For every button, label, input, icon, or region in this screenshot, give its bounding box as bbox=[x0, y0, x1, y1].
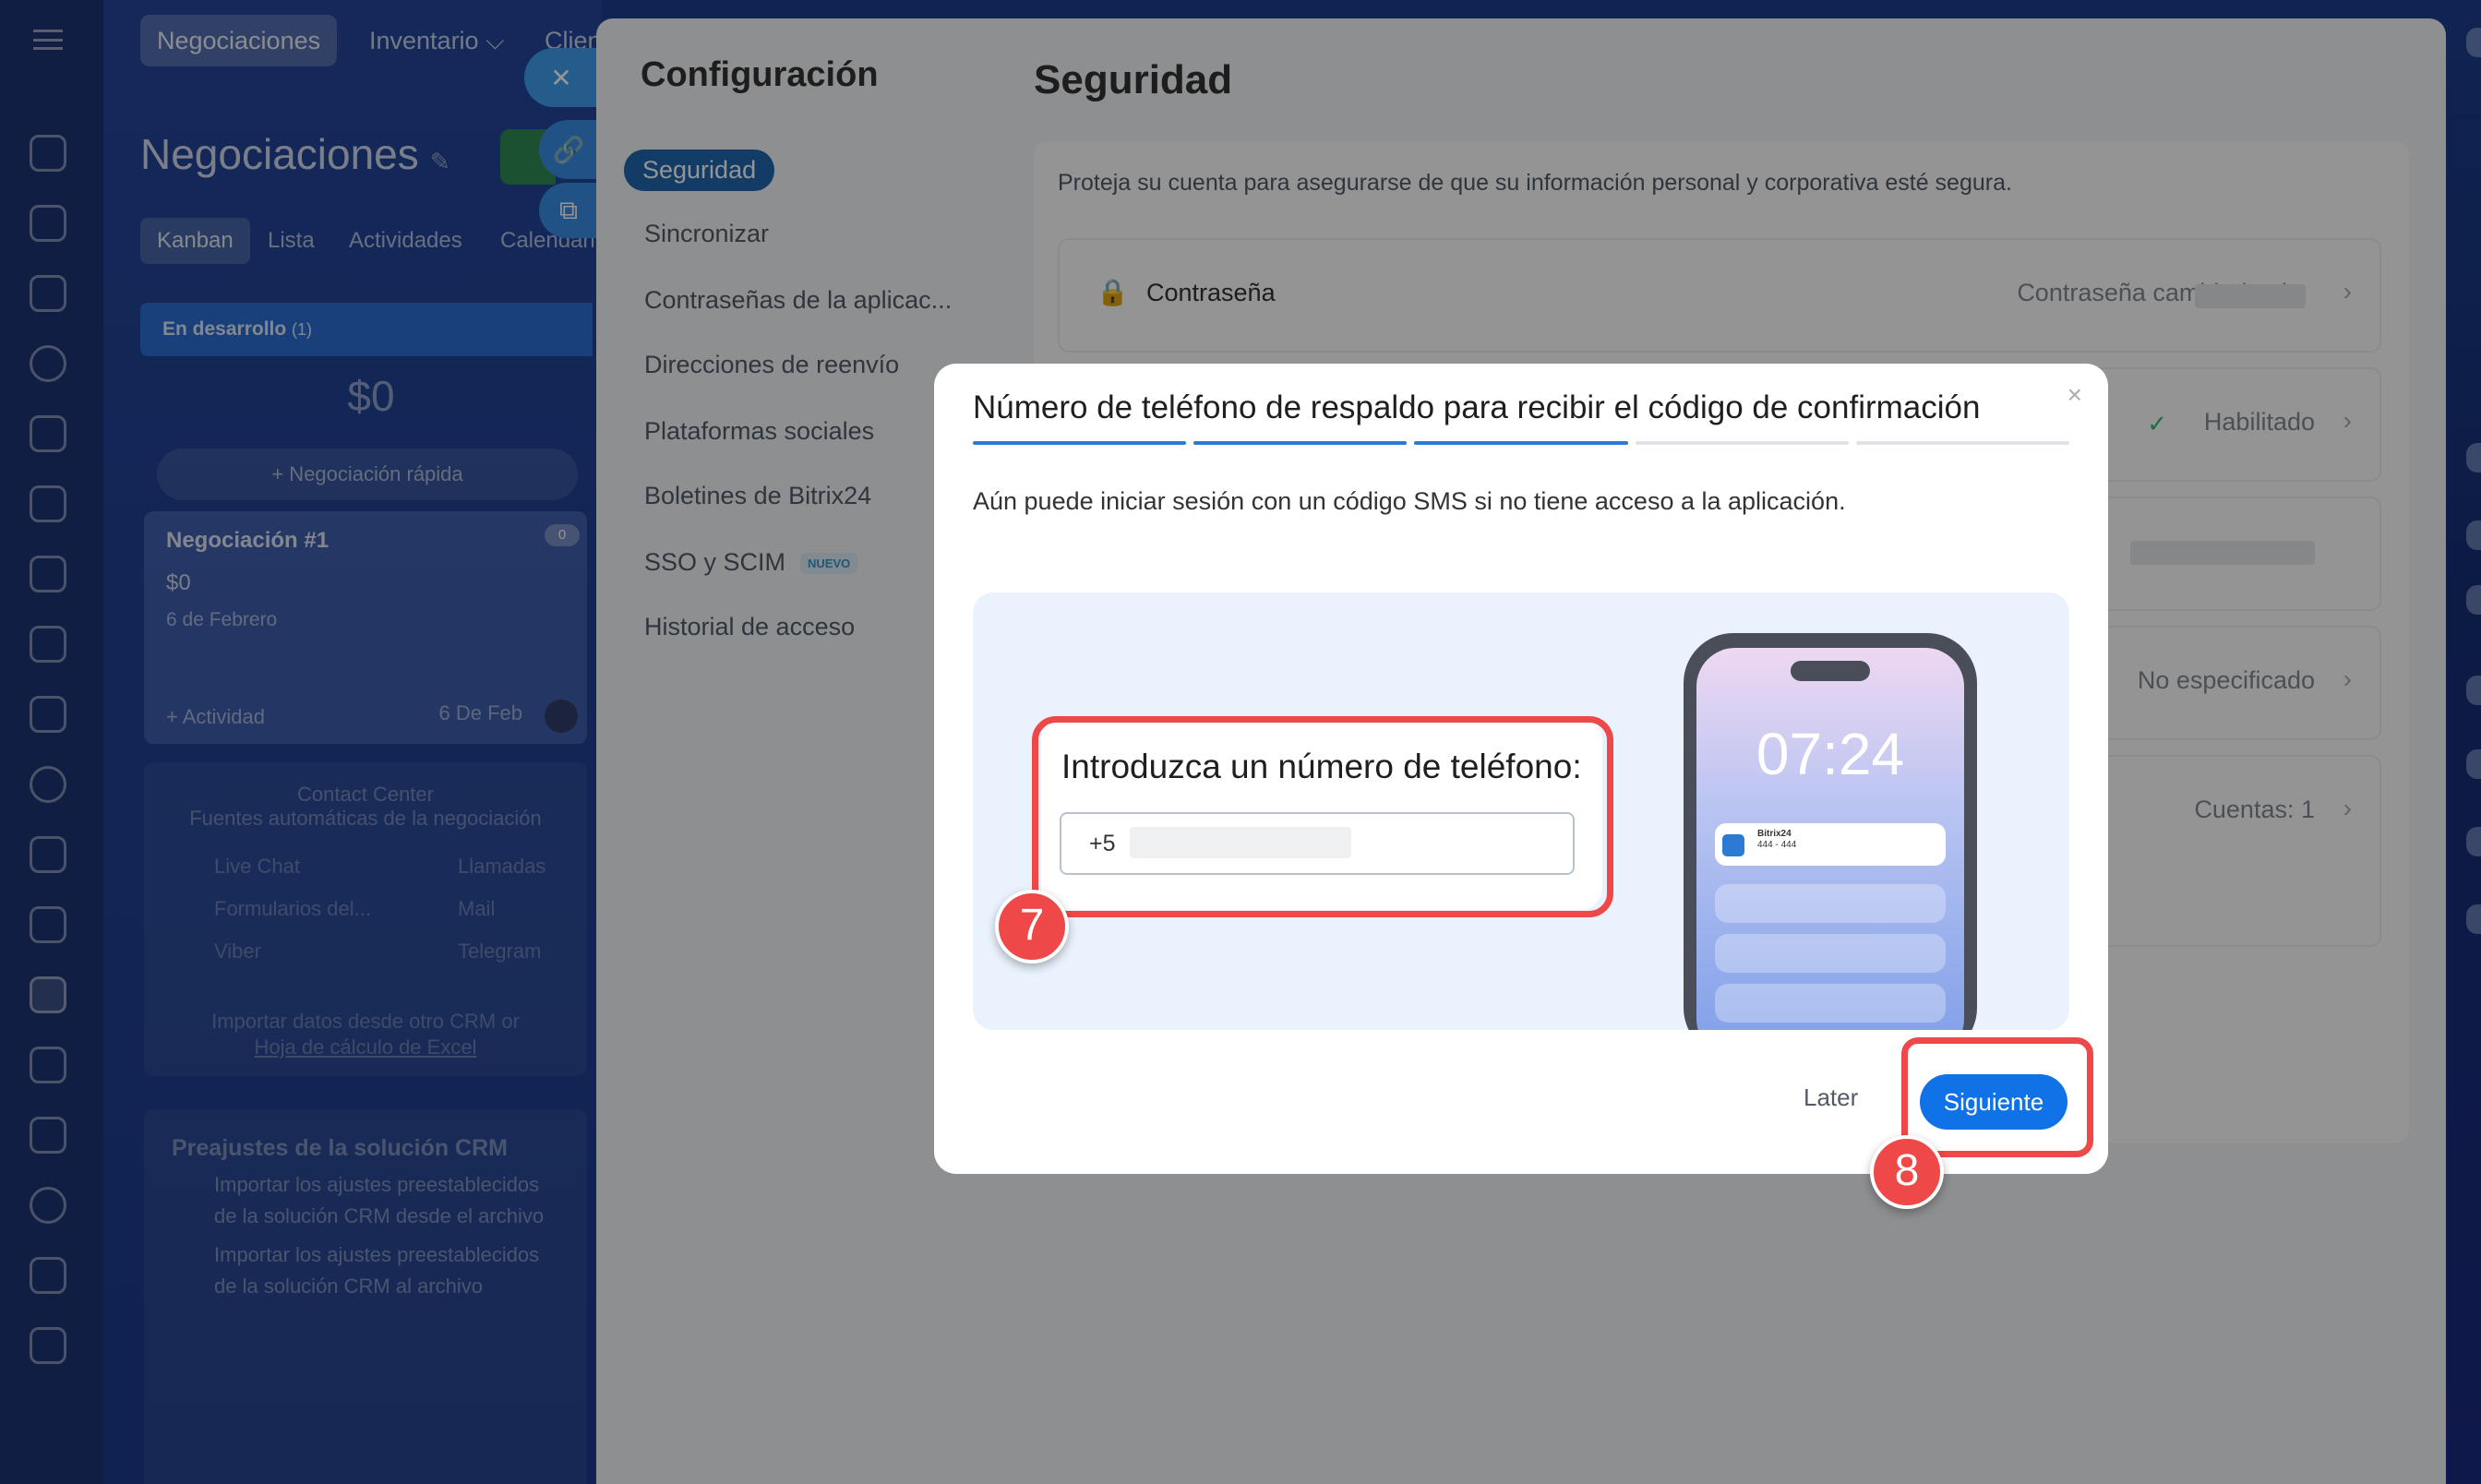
progress-steps bbox=[973, 441, 2070, 445]
highlight-box-input bbox=[1032, 716, 1613, 917]
phone-notch bbox=[1791, 661, 1870, 681]
notification-placeholder bbox=[1715, 934, 1946, 973]
later-button[interactable]: Later bbox=[1804, 1083, 1858, 1112]
highlight-box-next bbox=[1901, 1037, 2093, 1157]
step-segment bbox=[973, 441, 1187, 445]
modal-close-icon[interactable]: × bbox=[2068, 380, 2082, 410]
notification-placeholder bbox=[1715, 984, 1946, 1023]
step-segment bbox=[1855, 441, 2070, 445]
bitrix-icon bbox=[1722, 834, 1744, 856]
step-segment bbox=[1635, 441, 1849, 445]
modal-description: Aún puede iniciar sesión con un código S… bbox=[973, 487, 1846, 515]
modal-title: Número de teléfono de respaldo para reci… bbox=[973, 389, 1981, 425]
notification-text: 444 - 444 bbox=[1757, 840, 1797, 850]
sms-notification: Bitrix24 444 - 444 bbox=[1715, 823, 1946, 866]
notification-app: Bitrix24 bbox=[1757, 829, 1792, 839]
step-segment bbox=[1414, 441, 1628, 445]
step-segment bbox=[1193, 441, 1408, 445]
phone-time: 07:24 bbox=[1756, 721, 1905, 787]
step-badge-7: 7 bbox=[995, 890, 1069, 963]
notification-placeholder bbox=[1715, 884, 1946, 923]
illustration: Introduzca un número de teléfono: +5 07:… bbox=[973, 592, 2069, 1030]
step-badge-8: 8 bbox=[1870, 1135, 1944, 1209]
